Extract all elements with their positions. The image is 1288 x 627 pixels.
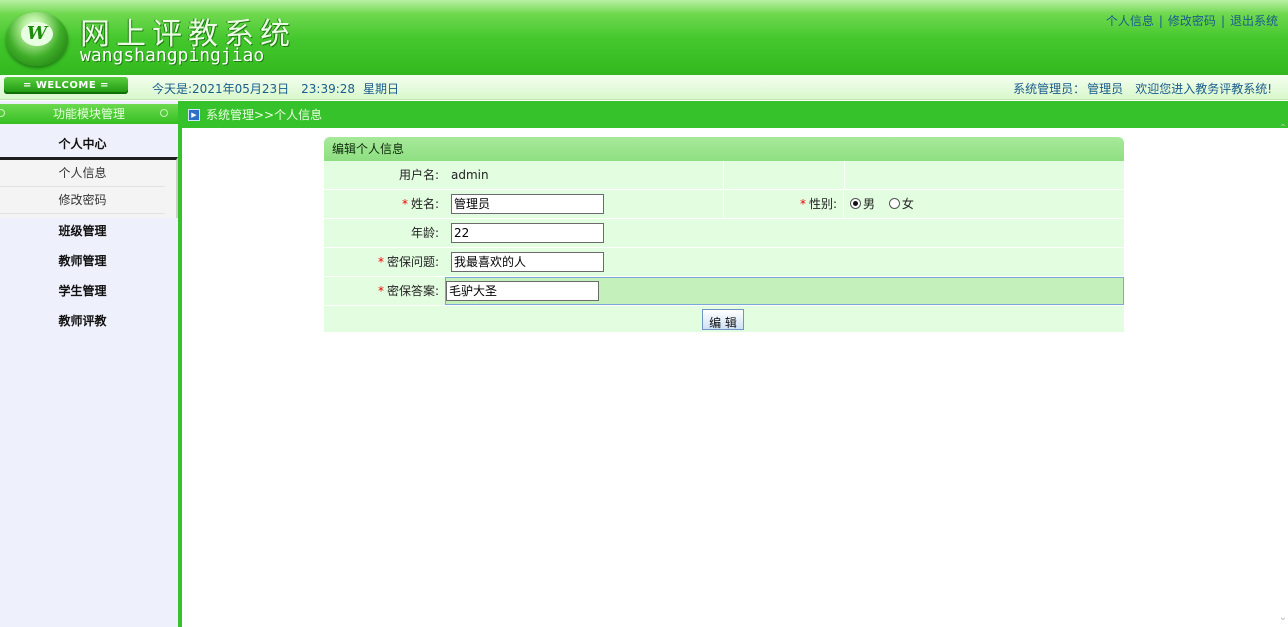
- scroll-down-icon[interactable]: ⌄: [1278, 612, 1288, 623]
- user-name: 管理员: [1087, 82, 1124, 96]
- breadcrumb-arrow-icon: ▶: [188, 109, 200, 121]
- answer-cell: 毛驴大圣: [445, 277, 1124, 305]
- required-mark: *: [401, 197, 408, 211]
- name-label: * 姓名:: [324, 190, 445, 218]
- change-password-link[interactable]: 修改密码: [1168, 14, 1216, 28]
- answer-label: * 密保答案:: [324, 277, 445, 305]
- gender-cell: 男 女: [843, 190, 1124, 218]
- logo-letter: W: [21, 22, 53, 46]
- app-title-en: wangshangpingjiao: [80, 45, 265, 66]
- scroll-up-icon[interactable]: ⌃: [1278, 123, 1288, 134]
- name-cell: 管理员: [445, 190, 723, 218]
- security-answer-input[interactable]: 毛驴大圣: [446, 281, 599, 301]
- main-frame: ▶ 系统管理>>个人信息 编辑个人信息 用户名: admin * 姓名: 管理员 …: [178, 101, 1288, 627]
- role-label: 系统管理员：: [1013, 82, 1086, 96]
- question-cell: 我最喜欢的人: [445, 248, 604, 276]
- required-mark: *: [377, 284, 384, 298]
- gender-female-label[interactable]: 女: [902, 197, 914, 211]
- gender-label-text: 性别:: [808, 197, 837, 211]
- form-row-age: 年龄: 22: [324, 219, 1124, 248]
- date-time: 今天是:2021年05月23日 23:39:28 星期日: [152, 80, 407, 97]
- sidebar-header: 功能模块管理: [0, 104, 178, 124]
- header-dot-icon: [0, 109, 5, 117]
- gender-male-label[interactable]: 男: [863, 197, 875, 211]
- personal-info-link[interactable]: 个人信息: [1106, 14, 1154, 28]
- user-info: 系统管理员： 管理员 欢迎您进入教务评教系统!: [1007, 80, 1272, 97]
- top-links: 个人信息 | 修改密码 | 退出系统: [1106, 12, 1278, 29]
- required-mark: *: [377, 255, 384, 269]
- sidebar-group-personal[interactable]: 个人中心: [0, 135, 165, 152]
- current-weekday: 星期日: [363, 82, 400, 96]
- empty-cell: [844, 161, 1124, 189]
- edit-profile-form: 编辑个人信息 用户名: admin *姓名: 管理员 *性别: 男 女 年龄: [324, 137, 1124, 332]
- header-dot-icon: [160, 109, 168, 117]
- form-row-name: * 姓名: 管理员 * 性别: 男 女: [324, 190, 1124, 219]
- current-date: 2021年05月23日: [192, 82, 290, 96]
- sidebar-item-change-password[interactable]: 修改密码: [0, 187, 165, 214]
- form-row-answer: * 密保答案: 毛驴大圣: [324, 277, 1124, 306]
- form-row-question: * 密保问题: 我最喜欢的人: [324, 248, 1124, 277]
- question-label: * 密保问题:: [324, 248, 445, 276]
- sidebar-group-evaluation[interactable]: 教师评教: [0, 312, 165, 329]
- gender-female-radio[interactable]: [888, 198, 900, 209]
- empty-cell: [723, 161, 844, 189]
- link-separator: |: [1158, 14, 1163, 28]
- current-time: 23:39:28: [301, 82, 356, 96]
- name-label-text: 姓名:: [410, 197, 439, 211]
- sidebar-title: 功能模块管理: [52, 107, 125, 121]
- answer-label-text: 密保答案:: [386, 284, 439, 298]
- sidebar-group-class[interactable]: 班级管理: [0, 222, 165, 239]
- scrollbar[interactable]: ⌃ ⌄: [1278, 123, 1288, 627]
- required-mark: *: [799, 197, 806, 211]
- age-label: 年龄:: [410, 226, 439, 240]
- username-label: 用户名:: [398, 168, 439, 182]
- security-question-input[interactable]: 我最喜欢的人: [451, 252, 604, 272]
- sidebar-item-personal-info[interactable]: 个人信息: [0, 160, 165, 187]
- today-label: 今天是:: [152, 82, 193, 96]
- edit-button[interactable]: 编 辑: [702, 309, 744, 330]
- form-title: 编辑个人信息: [324, 137, 1124, 161]
- logo-icon: W: [6, 12, 68, 66]
- breadcrumb-text: 系统管理>>个人信息: [206, 108, 323, 122]
- sidebar: 功能模块管理 个人中心 个人信息 修改密码 班级管理 教师管理 学生管理 教师评…: [0, 101, 178, 627]
- form-row-username: 用户名: admin: [324, 161, 1124, 190]
- sidebar-sub-list: 个人信息 修改密码: [0, 157, 178, 218]
- info-bar: = WELCOME = 今天是:2021年05月23日 23:39:28 星期日 系…: [0, 75, 1288, 100]
- sidebar-group-student[interactable]: 学生管理: [0, 282, 165, 299]
- header: W 网上评教系统 wangshangpingjiao 个人信息 | 修改密码 | 退出系…: [0, 0, 1288, 75]
- username-value: admin: [451, 168, 489, 182]
- gender-label: * 性别:: [723, 190, 843, 218]
- question-label-text: 密保问题:: [386, 255, 439, 269]
- logout-link[interactable]: 退出系统: [1230, 14, 1278, 28]
- answer-wrap: 毛驴大圣: [446, 278, 599, 304]
- name-input[interactable]: 管理员: [451, 194, 604, 214]
- welcome-badge: = WELCOME =: [4, 77, 128, 94]
- form-actions: 编 辑: [324, 306, 1124, 332]
- age-cell: 22: [445, 219, 604, 247]
- gender-male-radio[interactable]: [850, 198, 861, 209]
- sidebar-group-teacher[interactable]: 教师管理: [0, 252, 165, 269]
- breadcrumb: ▶ 系统管理>>个人信息: [178, 101, 1288, 127]
- age-input[interactable]: 22: [451, 223, 604, 243]
- content-area: 编辑个人信息 用户名: admin *姓名: 管理员 *性别: 男 女 年龄: [182, 128, 1278, 627]
- welcome-message: 欢迎您进入教务评教系统!: [1135, 82, 1272, 96]
- link-separator: |: [1220, 14, 1225, 28]
